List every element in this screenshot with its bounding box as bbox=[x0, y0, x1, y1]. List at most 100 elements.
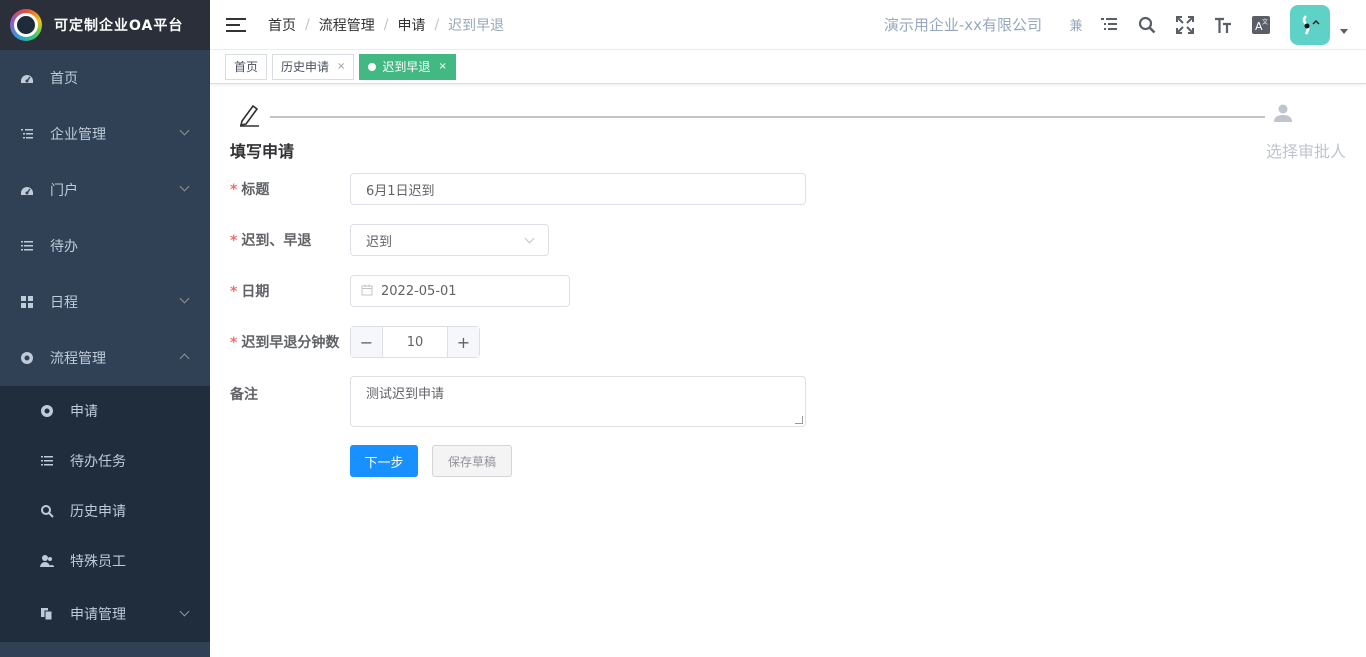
tag-label: 历史申请 bbox=[281, 60, 330, 74]
dashboard-icon bbox=[20, 71, 34, 85]
sidebar-subitem-apply-manage[interactable]: 申请管理 bbox=[0, 586, 210, 642]
list-icon bbox=[40, 454, 54, 468]
search-icon bbox=[40, 504, 54, 518]
form-row-remark: 备注 测试迟到申请 bbox=[230, 376, 806, 427]
close-icon[interactable]: × bbox=[438, 61, 446, 72]
date-picker[interactable]: 2022-05-01 bbox=[350, 275, 570, 307]
chevron-down-icon bbox=[179, 181, 190, 192]
breadcrumb-item[interactable]: 首页 bbox=[268, 15, 296, 35]
app-logo bbox=[10, 9, 42, 41]
sidebar-subitem-apply[interactable]: 申请 bbox=[0, 386, 210, 436]
type-select[interactable]: 迟到 bbox=[350, 224, 549, 256]
breadcrumb: 首页 / 流程管理 / 申请 / 迟到早退 bbox=[268, 15, 504, 35]
sidebar-item-portal[interactable]: 门户 bbox=[0, 162, 210, 218]
font-size-icon[interactable] bbox=[1204, 0, 1242, 50]
sidebar-subitem-history[interactable]: 历史申请 bbox=[0, 486, 210, 536]
minutes-label: * 迟到早退分钟数 bbox=[230, 335, 340, 351]
avatar[interactable] bbox=[1290, 4, 1330, 45]
remark-label: 备注 bbox=[230, 387, 258, 403]
resize-handle-icon[interactable] bbox=[795, 416, 803, 424]
sidebar-item-label: 门户 bbox=[50, 183, 78, 199]
main-content: 填写申请 选择审批人 * 标题 6月1日迟到 * 迟到、早退 迟到 * 日期 2022… bbox=[210, 85, 1366, 657]
date-label: * 日期 bbox=[230, 284, 270, 300]
part-time-label[interactable]: 兼 bbox=[1062, 0, 1090, 50]
sidebar-item-home[interactable]: 首页 bbox=[0, 50, 210, 106]
step-line bbox=[270, 116, 1265, 118]
process-submenu: 申请 待办任务 历史申请 特殊员工 申请管理 bbox=[0, 386, 210, 642]
step-title-fill: 填写申请 bbox=[230, 142, 295, 161]
sidebar-item-label: 流程管理 bbox=[50, 351, 106, 367]
sidebar-item-label: 企业管理 bbox=[50, 127, 106, 143]
title-field[interactable]: 6月1日迟到 bbox=[350, 173, 806, 205]
list-icon bbox=[20, 239, 34, 253]
logo-area: 可定制企业OA平台 bbox=[0, 0, 210, 50]
documents-icon bbox=[40, 607, 54, 621]
sidebar-subitem-label: 申请 bbox=[70, 404, 98, 420]
tags-view: 首页 历史申请 × 迟到早退 × bbox=[210, 50, 1366, 84]
sidebar-item-todo[interactable]: 待办 bbox=[0, 218, 210, 274]
breadcrumb-item[interactable]: 流程管理 bbox=[319, 15, 375, 35]
caret-down-icon[interactable] bbox=[1340, 29, 1348, 34]
hamburger-menu-icon[interactable] bbox=[226, 17, 246, 32]
fullscreen-icon[interactable] bbox=[1166, 0, 1204, 50]
sidebar-item-schedule[interactable]: 日程 bbox=[0, 274, 210, 330]
people-icon bbox=[40, 554, 54, 568]
tag-label: 首页 bbox=[234, 60, 259, 74]
form-row-title: * 标题 6月1日迟到 bbox=[230, 173, 806, 205]
type-label: * 迟到、早退 bbox=[230, 233, 312, 249]
tree-list-icon bbox=[20, 127, 34, 141]
breadcrumb-separator: / bbox=[434, 16, 440, 33]
active-dot-icon bbox=[368, 62, 377, 71]
grid-icon bbox=[20, 295, 34, 309]
edit-icon bbox=[238, 103, 260, 132]
user-icon bbox=[1273, 103, 1293, 128]
close-icon[interactable]: × bbox=[337, 61, 345, 72]
chevron-down-icon bbox=[179, 606, 190, 617]
breadcrumb-separator: / bbox=[383, 16, 389, 33]
sidebar-subitem-special-staff[interactable]: 特殊员工 bbox=[0, 536, 210, 586]
sidebar-item-enterprise[interactable]: 企业管理 bbox=[0, 106, 210, 162]
date-value: 2022-05-01 bbox=[381, 283, 457, 299]
tag-home[interactable]: 首页 bbox=[225, 53, 268, 80]
remark-textarea[interactable]: 测试迟到申请 bbox=[350, 376, 806, 427]
steps-bar: 填写申请 选择审批人 bbox=[230, 103, 1350, 163]
calendar-icon bbox=[361, 284, 373, 299]
form-row-minutes: * 迟到早退分钟数 − 10 + bbox=[230, 326, 480, 358]
translate-icon[interactable]: A文 bbox=[1242, 0, 1280, 50]
breadcrumb-current: 迟到早退 bbox=[448, 17, 505, 34]
minutes-stepper: − 10 + bbox=[350, 326, 480, 358]
sidebar-subitem-label: 待办任务 bbox=[70, 454, 126, 470]
chevron-down-icon bbox=[524, 233, 535, 243]
title-label: * 标题 bbox=[230, 182, 270, 198]
navbar-right: 演示用企业-xx有限公司 兼 A文 bbox=[884, 0, 1366, 50]
chevron-up-icon bbox=[179, 353, 190, 364]
minutes-input[interactable]: 10 bbox=[383, 327, 447, 357]
tree-list-icon[interactable] bbox=[1090, 0, 1128, 50]
form-row-type: * 迟到、早退 迟到 bbox=[230, 224, 549, 256]
aperture-icon bbox=[20, 351, 34, 365]
breadcrumb-item[interactable]: 申请 bbox=[397, 15, 425, 35]
sidebar-subitem-label: 历史申请 bbox=[70, 504, 126, 520]
tag-history[interactable]: 历史申请 × bbox=[272, 53, 355, 80]
sidebar-item-label: 日程 bbox=[50, 295, 78, 311]
increment-button[interactable]: + bbox=[447, 327, 479, 357]
sidebar-subitem-label: 申请管理 bbox=[70, 607, 126, 623]
tag-label: 迟到早退 bbox=[382, 60, 431, 74]
save-draft-button[interactable]: 保存草稿 bbox=[432, 445, 512, 477]
sidebar: 可定制企业OA平台 首页 企业管理 门户 待办 日程 流程管理 申请 待办任务 … bbox=[0, 0, 210, 657]
decrement-button[interactable]: − bbox=[351, 327, 383, 357]
sidebar-item-process[interactable]: 流程管理 bbox=[0, 330, 210, 386]
search-icon[interactable] bbox=[1128, 0, 1166, 50]
sidebar-subitem-todo-tasks[interactable]: 待办任务 bbox=[0, 436, 210, 486]
company-name: 演示用企业-xx有限公司 bbox=[883, 16, 1042, 34]
svg-text:文: 文 bbox=[1262, 18, 1268, 26]
tag-late-early[interactable]: 迟到早退 × bbox=[359, 53, 456, 80]
chevron-down-icon bbox=[179, 293, 190, 304]
next-step-button[interactable]: 下一步 bbox=[350, 445, 418, 477]
top-navbar: 首页 / 流程管理 / 申请 / 迟到早退 演示用企业-xx有限公司 兼 A文 bbox=[210, 0, 1366, 50]
app-title: 可定制企业OA平台 bbox=[54, 18, 184, 34]
sidebar-item-label: 待办 bbox=[50, 239, 78, 255]
remark-value: 测试迟到申请 bbox=[366, 387, 445, 402]
sidebar-subitem-label: 特殊员工 bbox=[70, 554, 126, 570]
dashboard-icon bbox=[20, 183, 34, 197]
